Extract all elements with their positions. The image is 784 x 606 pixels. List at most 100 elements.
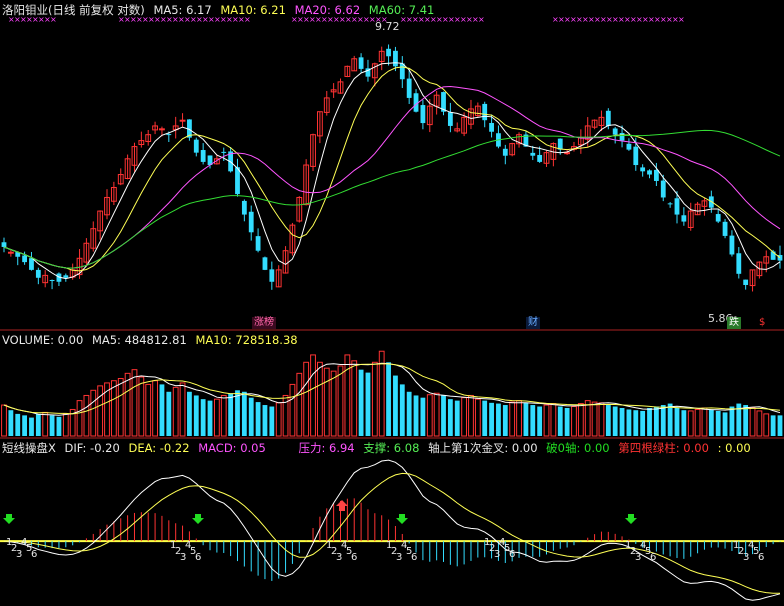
- volume-bar-up: [577, 403, 584, 437]
- limit-down-tag[interactable]: 跌: [727, 317, 741, 329]
- volume-bar-up: [687, 410, 694, 437]
- volume-bar-up: [550, 403, 557, 437]
- volume-bar-down: [187, 391, 192, 436]
- candle-down: [722, 221, 728, 236]
- volume-bar-up: [310, 354, 316, 437]
- volume-bar-up: [145, 383, 152, 437]
- volume-bar-up: [152, 380, 158, 437]
- volume-bar-down: [8, 410, 14, 436]
- volume-bar-down: [255, 402, 261, 436]
- volume-bar-up: [351, 360, 358, 437]
- price-panel-header: 洛阳钼业(日线 前复权 对数) MA5: 6.17 MA10: 6.21 MA2…: [2, 3, 439, 17]
- candle-down: [269, 269, 275, 282]
- candle-down: [35, 269, 41, 278]
- volume-bar-down: [15, 413, 21, 436]
- volume-bar-down: [365, 372, 371, 436]
- volume-label: VOLUME: 0.00: [2, 333, 84, 347]
- volume-bar-down: [496, 403, 501, 436]
- finance-tag[interactable]: 财: [526, 317, 540, 329]
- volume-bar-up: [756, 410, 763, 437]
- volume-ma10-label: MA10: 728518.38: [195, 333, 298, 347]
- fourth-green-label: 第四根绿柱: 0.00: [618, 441, 709, 455]
- volume-bar-down: [35, 413, 41, 436]
- ma20-label: MA20: 6.62: [294, 3, 361, 17]
- volume-bar-down: [626, 409, 632, 436]
- volume-bar-up: [598, 402, 605, 437]
- candle-down: [667, 203, 673, 205]
- volume-bar-down: [447, 399, 453, 436]
- volume-bar-down: [674, 407, 680, 436]
- volume-bar-down: [393, 375, 398, 436]
- candle-down: [420, 105, 426, 124]
- volume-bar-up: [426, 394, 433, 437]
- volume-bar-down: [647, 407, 652, 436]
- volume-bar-down: [681, 410, 687, 436]
- volume-bar-up: [330, 370, 337, 437]
- candle-down: [193, 139, 199, 153]
- volume-bar-up: [749, 407, 756, 437]
- volume-bar-down: [200, 399, 206, 436]
- volume-bar-down: [166, 391, 172, 436]
- volume-bar-up: [117, 378, 124, 437]
- candle-down: [674, 198, 680, 215]
- volume-bar-up: [90, 389, 97, 437]
- candle-down: [653, 169, 659, 181]
- volume-bar-down: [207, 400, 213, 436]
- volume-bar-up: [516, 400, 522, 437]
- volume-bar-up: [275, 402, 282, 437]
- sequence-label: 6: [31, 549, 37, 560]
- volume-bar-down: [715, 410, 721, 436]
- volume-bar-down: [386, 362, 391, 436]
- volume-bar-down: [193, 395, 199, 436]
- candle-up: [159, 128, 165, 131]
- candle-down: [530, 152, 536, 156]
- volume-bar-up: [124, 372, 131, 437]
- limit-up-tag[interactable]: 涨榜: [252, 317, 276, 329]
- sequence-label: 6: [758, 552, 764, 563]
- candle-down: [248, 211, 254, 233]
- sequence-label: 3: [180, 552, 186, 563]
- buy-arrow-icon: [396, 514, 408, 524]
- volume-bar-down: [262, 405, 268, 436]
- candle-down: [537, 154, 543, 162]
- stock-chart-window: × × × × × × × × × × × × × × × × × × × × × × × × × × × × × × × × × × × × × × × ×…: [0, 0, 784, 606]
- candle-down: [605, 110, 611, 126]
- volume-bar-down: [358, 369, 364, 436]
- candle-down: [633, 146, 639, 166]
- volume-bar-down: [269, 406, 275, 436]
- candle-down: [736, 253, 742, 274]
- volume-bar-up: [296, 372, 303, 437]
- volume-bar-up: [110, 380, 117, 437]
- candle-down: [49, 280, 55, 282]
- volume-bar-down: [743, 405, 749, 436]
- volume-bar-down: [49, 415, 55, 436]
- volume-ma5-label: MA5: 484812.81: [91, 333, 187, 347]
- high-price-mark: 9.72: [375, 20, 400, 33]
- buy-arrow-icon: [625, 514, 637, 524]
- sequence-label: 6: [195, 552, 201, 563]
- sell-arrow-icon: [336, 500, 348, 511]
- volume-bar-down: [633, 410, 639, 436]
- volume-bar-down: [537, 406, 543, 436]
- candle-down: [262, 257, 268, 270]
- dollar-tag[interactable]: $: [757, 317, 767, 329]
- indicator-panel-header: 短线操盘X DIF: -0.20 DEA: -0.22 MACD: 0.05 压…: [2, 441, 756, 455]
- volume-bar-down: [399, 384, 405, 436]
- stock-title: 洛阳钼业(日线 前复权 对数): [2, 3, 145, 17]
- extra-label: : 0.00: [717, 441, 751, 455]
- candle-down: [22, 255, 28, 263]
- candle-down: [166, 134, 172, 136]
- dea-label: DEA: -0.22: [128, 441, 190, 455]
- sequence-label: 6: [351, 552, 357, 563]
- volume-bar-down: [56, 416, 62, 436]
- volume-bar-up: [289, 383, 296, 437]
- candle-down: [221, 151, 227, 153]
- volume-bar-down: [640, 410, 646, 436]
- volume-bar-up: [303, 361, 310, 437]
- candle-down: [502, 148, 508, 156]
- volume-bar-up: [76, 400, 83, 437]
- candle-up: [564, 152, 571, 155]
- sequence-label: 6: [509, 549, 515, 560]
- volume-bar-down: [441, 395, 446, 436]
- volume-bar-down: [619, 407, 625, 436]
